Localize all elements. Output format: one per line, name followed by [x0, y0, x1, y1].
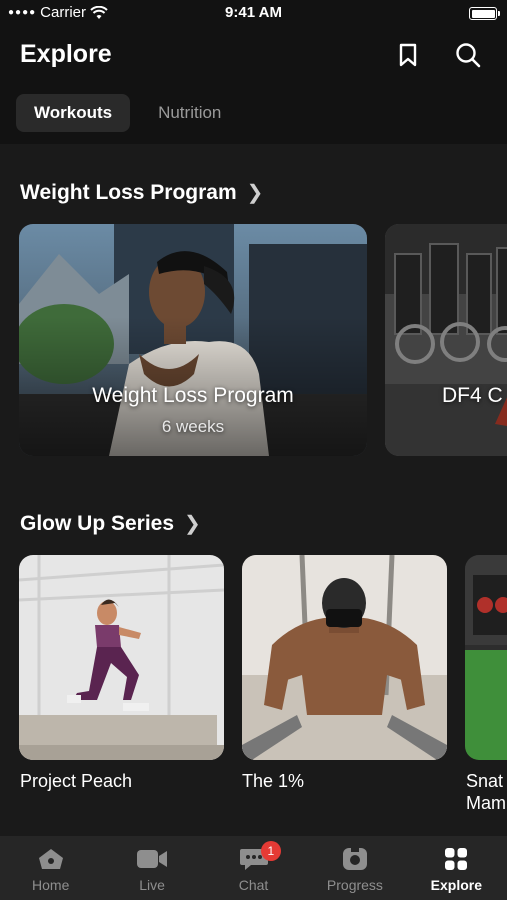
tabbar-explore[interactable]: Explore: [406, 836, 507, 900]
section-title: Glow Up Series: [20, 511, 175, 535]
tabbar-progress[interactable]: Progress: [304, 836, 405, 900]
program-card-duration: 6 weeks: [161, 417, 225, 436]
tabbar-label: Progress: [326, 877, 383, 893]
series-card-snat-mam[interactable]: [465, 555, 507, 760]
section-header-glow-up[interactable]: Glow Up Series ❯: [20, 511, 201, 536]
category-tabs: Workouts Nutrition: [16, 94, 239, 132]
series-card-project-peach[interactable]: [19, 555, 224, 760]
section-header-weight-loss[interactable]: Weight Loss Program ❯: [20, 180, 263, 205]
chevron-right-icon: ❯: [184, 513, 201, 535]
tabbar-label: Live: [139, 877, 165, 893]
section-title: Weight Loss Program: [20, 180, 237, 204]
bookmark-icon: [399, 43, 417, 67]
series-card-image: [465, 555, 507, 760]
grid-icon: [445, 848, 468, 870]
tabbar-live[interactable]: Live: [101, 836, 202, 900]
chevron-right-icon: ❯: [246, 182, 264, 204]
tabbar-label: Home: [32, 877, 70, 893]
search-button[interactable]: [453, 40, 483, 70]
program-card-image: [385, 224, 507, 456]
series-card-the-one-percent[interactable]: [242, 555, 447, 760]
program-card-title: DF4 C: [442, 384, 503, 407]
series-card-label: Project Peach: [20, 771, 133, 791]
tabbar-label: Chat: [238, 877, 269, 893]
tab-workouts[interactable]: Workouts: [16, 94, 131, 132]
tabbar-label: Explore: [430, 877, 482, 893]
program-card-title: Weight Loss Program: [92, 384, 294, 407]
camera-icon: [342, 848, 367, 870]
program-card-df4[interactable]: DF4 C: [385, 224, 507, 456]
bookmark-button[interactable]: [393, 40, 423, 70]
tabbar-chat[interactable]: 1 Chat: [203, 836, 304, 900]
program-card-weight-loss[interactable]: Weight Loss Program 6 weeks: [19, 224, 367, 456]
search-icon: [456, 43, 481, 68]
video-icon: [137, 850, 168, 868]
series-card-label: The 1%: [242, 771, 305, 791]
tabbar-home[interactable]: Home: [0, 836, 101, 900]
tab-nutrition[interactable]: Nutrition: [140, 94, 239, 132]
bottom-tab-bar: Home Live 1 Chat Progress Explore: [0, 836, 507, 900]
series-card-image: [242, 555, 447, 760]
battery-icon: [469, 7, 500, 20]
home-icon: [38, 849, 63, 869]
status-time: 9:41 AM: [225, 4, 282, 21]
series-card-label: Snat Mam: [466, 771, 506, 813]
explore-content: Weight Loss Program ❯ Weight Loss Progra…: [0, 144, 507, 836]
chat-badge: 1: [260, 841, 281, 861]
status-bar: ●●●● Carrier 9:41 AM: [0, 0, 507, 26]
series-card-image: [19, 555, 224, 760]
page-title: Explore: [20, 40, 112, 68]
header: Explore Workouts Nutrition: [0, 26, 507, 144]
